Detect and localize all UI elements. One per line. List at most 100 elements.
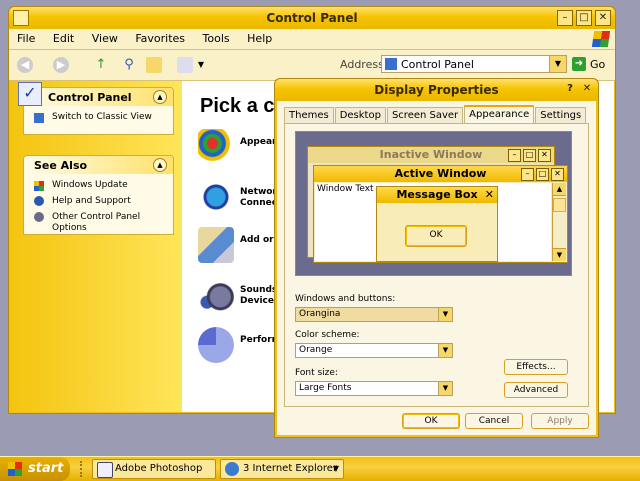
classic-view-icon xyxy=(34,113,44,123)
menu-edit[interactable]: Edit xyxy=(45,29,80,45)
task-pane: ✓ Control Panel ▲ Switch to Classic View… xyxy=(10,81,182,412)
photoshop-icon xyxy=(97,462,113,478)
menu-file[interactable]: File xyxy=(9,29,41,45)
taskbar-label: Adobe Photoshop xyxy=(115,463,203,474)
font-size-label: Font size: xyxy=(295,368,338,378)
advanced-button[interactable]: Advanced xyxy=(504,382,568,398)
taskbar: start Adobe Photoshop 3 Internet Explore… xyxy=(0,456,640,481)
back-icon[interactable]: ◀ xyxy=(17,57,33,73)
add-remove-programs-icon xyxy=(198,227,234,263)
control-panel-titlebar[interactable]: Control Panel – □ ✕ xyxy=(9,7,615,29)
menu-view[interactable]: View xyxy=(84,29,124,45)
preview-message-box: Message Box ✕ OK xyxy=(376,186,498,262)
dropdown-arrow-icon[interactable]: ▼ xyxy=(438,308,452,321)
go-arrow-icon[interactable]: ➜ xyxy=(572,57,586,71)
font-size-select[interactable]: Large Fonts ▼ xyxy=(295,381,453,396)
forward-icon[interactable]: ▶ xyxy=(53,57,69,73)
address-label: Address xyxy=(340,58,384,71)
message-box-buttons: ✕ xyxy=(485,189,494,200)
window-text-label: Window Text xyxy=(317,184,374,194)
minimize-button[interactable]: – xyxy=(557,10,573,26)
go-button[interactable]: Go xyxy=(590,58,605,71)
switch-classic-view-link[interactable]: Switch to Classic View xyxy=(24,106,173,125)
scroll-up-icon: ▲ xyxy=(553,183,566,196)
menu-help[interactable]: Help xyxy=(239,29,278,45)
see-also-item-other-options[interactable]: Other Control Panel Options xyxy=(24,209,173,236)
control-panel-task-panel: ✓ Control Panel ▲ Switch to Classic View xyxy=(18,82,174,135)
start-button[interactable]: start xyxy=(0,457,70,481)
appearance-themes-icon xyxy=(198,129,234,165)
dropdown-arrow-icon[interactable]: ▼ xyxy=(438,344,452,357)
address-dropdown-icon[interactable]: ▼ xyxy=(549,56,566,72)
taskbar-label: 3 Internet Explorer xyxy=(243,463,338,474)
cancel-button[interactable]: Cancel xyxy=(465,413,523,429)
display-properties-titlebar[interactable]: Display Properties ? ✕ xyxy=(275,79,598,101)
menu-favorites[interactable]: Favorites xyxy=(127,29,191,45)
views-dropdown-icon[interactable]: ▼ xyxy=(193,57,209,73)
panel-title-see-also: See Also xyxy=(34,159,88,172)
display-properties-dialog: Display Properties ? ✕ Themes Desktop Sc… xyxy=(274,78,599,438)
folders-icon[interactable] xyxy=(146,57,162,73)
address-bar[interactable]: Control Panel ▼ xyxy=(381,55,567,73)
group-dropdown-icon: ▼ xyxy=(332,464,339,473)
panel-header: See Also ▲ xyxy=(24,156,173,174)
panel-title-control-panel: Control Panel xyxy=(48,91,132,104)
message-box-title: Message Box xyxy=(377,187,497,203)
preview-scrollbar: ▲ ▼ xyxy=(552,183,566,261)
start-label: start xyxy=(28,461,64,476)
other-options-label: Other Control Panel Options xyxy=(52,212,141,233)
gear-icon xyxy=(34,212,44,222)
network-globe-icon xyxy=(198,179,234,215)
search-icon[interactable]: ⚲ xyxy=(121,57,137,73)
color-scheme-select[interactable]: Orange ▼ xyxy=(295,343,453,358)
help-button[interactable]: ? xyxy=(563,82,577,96)
font-size-value: Large Fonts xyxy=(299,383,352,393)
sound-speaker-icon xyxy=(198,277,234,313)
maximize-button[interactable]: □ xyxy=(576,10,592,26)
panel-header: ✓ Control Panel ▲ xyxy=(18,82,173,106)
preview-ok-button: OK xyxy=(405,225,467,247)
see-also-item-windows-update[interactable]: Windows Update xyxy=(24,174,173,193)
menu-tools[interactable]: Tools xyxy=(195,29,236,45)
see-also-panel: See Also ▲ Windows Update Help and Suppo… xyxy=(23,155,174,235)
taskbar-item-photoshop[interactable]: Adobe Photoshop xyxy=(92,459,216,479)
menu-bar: File Edit View Favorites Tools Help xyxy=(9,29,615,50)
ok-button[interactable]: OK xyxy=(402,413,460,429)
active-window-buttons: – □ ✕ xyxy=(521,168,564,181)
display-properties-title: Display Properties xyxy=(374,83,499,97)
page-heading: Pick a c xyxy=(200,95,275,117)
address-value: Control Panel xyxy=(401,58,474,71)
windows-buttons-select[interactable]: Orangina ▼ xyxy=(295,307,453,322)
close-button[interactable]: ✕ xyxy=(580,82,594,96)
scroll-thumb xyxy=(553,198,566,212)
close-icon: ✕ xyxy=(538,149,551,162)
appearance-tab-page: Inactive Window – □ ✕ Active Window – □ … xyxy=(284,123,589,407)
appearance-preview: Inactive Window – □ ✕ Active Window – □ … xyxy=(295,131,572,276)
collapse-chevron-icon[interactable]: ▲ xyxy=(153,90,167,104)
windows-flag-icon xyxy=(8,462,22,476)
views-icon[interactable] xyxy=(177,57,193,73)
collapse-chevron-icon[interactable]: ▲ xyxy=(153,158,167,172)
taskbar-grip[interactable] xyxy=(80,461,85,477)
dropdown-arrow-icon[interactable]: ▼ xyxy=(438,382,452,395)
apply-button[interactable]: Apply xyxy=(531,413,589,429)
maximize-icon: □ xyxy=(536,168,549,181)
up-folder-icon[interactable]: ↑ xyxy=(93,57,109,73)
minimize-icon: – xyxy=(508,149,521,162)
control-panel-title: Control Panel xyxy=(266,11,358,25)
see-also-item-help[interactable]: Help and Support xyxy=(24,193,173,209)
help-icon xyxy=(34,196,44,206)
effects-button[interactable]: Effects... xyxy=(504,359,568,375)
windows-update-icon xyxy=(34,181,44,191)
scroll-down-icon: ▼ xyxy=(553,248,566,261)
maximize-icon: □ xyxy=(523,149,536,162)
minimize-icon: – xyxy=(521,168,534,181)
color-scheme-value: Orange xyxy=(299,345,333,355)
taskbar-item-internet-explorer[interactable]: 3 Internet Explorer ▼ xyxy=(220,459,344,479)
windows-buttons-label: Windows and buttons: xyxy=(295,294,396,304)
close-button[interactable]: ✕ xyxy=(595,10,611,26)
performance-chart-icon xyxy=(198,327,234,363)
category-label: Networ Connec xyxy=(240,187,278,208)
dialog-body: Themes Desktop Screen Saver Appearance S… xyxy=(277,101,596,435)
control-panel-small-icon xyxy=(385,58,397,70)
